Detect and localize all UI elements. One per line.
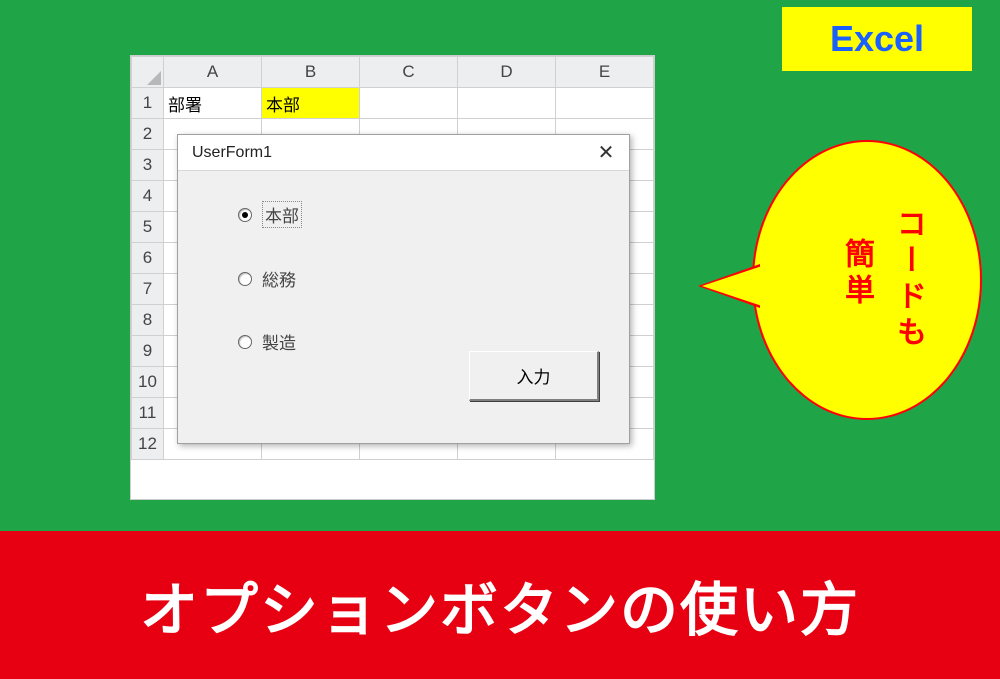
input-button[interactable]: 入力 (469, 351, 599, 401)
row-header-2[interactable]: 2 (132, 119, 164, 150)
radio-label: 本部 (262, 201, 302, 228)
column-header-e[interactable]: E (556, 57, 654, 88)
radio-label: 総務 (262, 266, 296, 291)
userform-dialog[interactable]: UserForm1 ✕ 本部 総務 製造 入力 (177, 134, 630, 444)
cell-e1[interactable] (556, 88, 654, 119)
row-header-5[interactable]: 5 (132, 212, 164, 243)
speech-line-1: コードも (886, 208, 930, 352)
row-header-4[interactable]: 4 (132, 181, 164, 212)
userform-body: 本部 総務 製造 入力 (178, 171, 629, 443)
column-header-c[interactable]: C (360, 57, 458, 88)
speech-text: 簡単 コードも (804, 208, 930, 352)
row-header-7[interactable]: 7 (132, 274, 164, 305)
radio-option-soumu[interactable]: 総務 (238, 266, 599, 291)
column-header-a[interactable]: A (164, 57, 262, 88)
speech-line-2: 簡単 (834, 208, 878, 352)
row-header-9[interactable]: 9 (132, 336, 164, 367)
row-header-8[interactable]: 8 (132, 305, 164, 336)
bottom-banner: オプションボタンの使い方 (0, 531, 1000, 679)
row-header-11[interactable]: 11 (132, 398, 164, 429)
close-icon[interactable]: ✕ (591, 140, 621, 165)
radio-option-honbu[interactable]: 本部 (238, 201, 599, 228)
row-header-6[interactable]: 6 (132, 243, 164, 274)
row-header-12[interactable]: 12 (132, 429, 164, 460)
row-header-1[interactable]: 1 (132, 88, 164, 119)
userform-titlebar[interactable]: UserForm1 ✕ (178, 135, 629, 171)
speech-bubble: 簡単 コードも (752, 140, 982, 420)
cell-d1[interactable] (458, 88, 556, 119)
column-header-d[interactable]: D (458, 57, 556, 88)
radio-icon (238, 335, 252, 349)
cell-c1[interactable] (360, 88, 458, 119)
cell-b1[interactable]: 本部 (262, 88, 360, 119)
column-header-b[interactable]: B (262, 57, 360, 88)
input-button-label: 入力 (517, 363, 551, 388)
radio-label: 製造 (262, 329, 296, 354)
cell-a1[interactable]: 部署 (164, 88, 262, 119)
userform-title: UserForm1 (192, 144, 272, 162)
excel-badge: Excel (782, 7, 972, 71)
radio-icon (238, 208, 252, 222)
row-header-10[interactable]: 10 (132, 367, 164, 398)
row-header-3[interactable]: 3 (132, 150, 164, 181)
banner-title: オプションボタンの使い方 (140, 563, 860, 647)
radio-icon (238, 272, 252, 286)
excel-badge-label: Excel (830, 18, 924, 60)
select-all-corner[interactable] (132, 57, 164, 88)
